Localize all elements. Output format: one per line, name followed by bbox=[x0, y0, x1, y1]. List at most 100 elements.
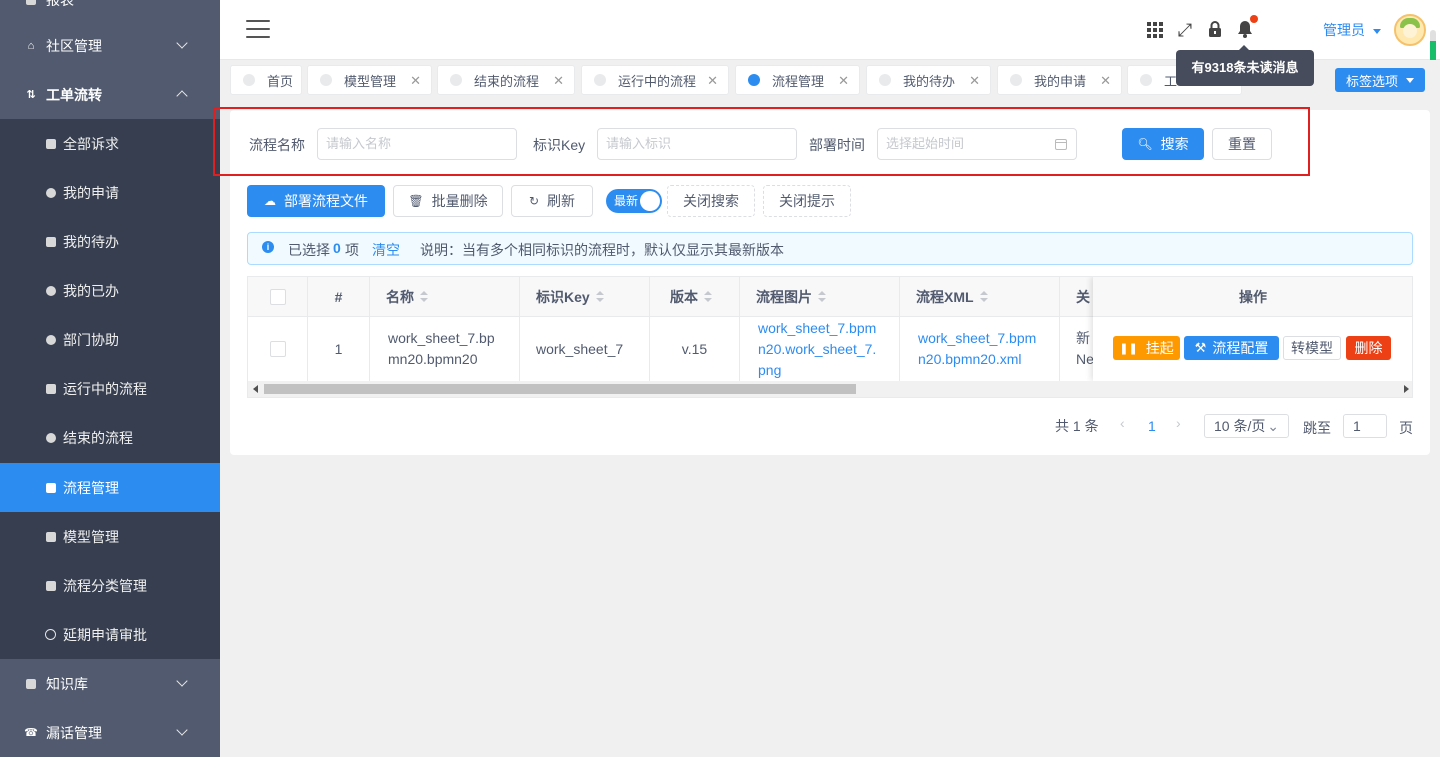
sidebar-item-missed-calls[interactable]: ☎ 漏话管理 bbox=[0, 708, 220, 757]
tab-label: 我的申请 bbox=[1034, 73, 1087, 89]
sidebar-item-finished-process[interactable]: 结束的流程 bbox=[0, 413, 220, 462]
col-name-header[interactable]: 名称 bbox=[370, 277, 520, 317]
sidebar-item-label: 工单流转 bbox=[46, 86, 102, 103]
scrollbar-thumb[interactable] bbox=[264, 384, 856, 394]
next-page-icon[interactable]: › bbox=[1176, 415, 1181, 431]
apps-grid-icon[interactable] bbox=[1145, 20, 1165, 40]
tab-process-management[interactable]: 流程管理 ✕ bbox=[735, 65, 860, 95]
chevron-down-icon bbox=[176, 675, 188, 687]
process-name-input[interactable]: 请输入名称 bbox=[317, 128, 517, 160]
clear-selection-link[interactable]: 清空 bbox=[372, 240, 400, 260]
refresh-button[interactable]: ↻ 刷新 bbox=[511, 185, 593, 217]
sidebar-item-all-requests[interactable]: 全部诉求 bbox=[0, 119, 220, 168]
tab-home[interactable]: 首页 bbox=[230, 65, 302, 95]
sidebar-item-workflow[interactable]: ⇅ 工单流转 bbox=[0, 70, 220, 119]
sidebar-item-label: 知识库 bbox=[46, 675, 88, 692]
tab-model-management[interactable]: 模型管理 ✕ bbox=[307, 65, 432, 95]
sidebar-item-community[interactable]: ⌂ 社区管理 bbox=[0, 21, 220, 70]
page-number[interactable]: 1 bbox=[1148, 418, 1156, 434]
col-version-header[interactable]: 版本 bbox=[650, 277, 740, 317]
col-xml-header[interactable]: 流程XML bbox=[900, 277, 1060, 317]
sidebar-item-knowledge[interactable]: 知识库 bbox=[0, 659, 220, 708]
sidebar-item-my-todo[interactable]: 我的待办 bbox=[0, 217, 220, 266]
selected-suffix: 项 bbox=[345, 242, 359, 258]
tab-running-process[interactable]: 运行中的流程 ✕ bbox=[581, 65, 729, 95]
row-extra-line: Ne bbox=[1076, 351, 1094, 367]
sidebar-item-label: 社区管理 bbox=[46, 37, 102, 54]
info-icon: i bbox=[262, 241, 274, 253]
tab-label: 我的待办 bbox=[903, 73, 956, 89]
key-input[interactable]: 请输入标识 bbox=[597, 128, 797, 160]
deploy-label: 部署流程文件 bbox=[284, 193, 368, 209]
sidebar-item-label: 流程管理 bbox=[63, 479, 119, 496]
sidebar-item-my-done[interactable]: 我的已办 bbox=[0, 266, 220, 315]
prev-page-icon[interactable]: ‹ bbox=[1120, 415, 1125, 431]
close-icon[interactable]: ✕ bbox=[838, 73, 849, 89]
actions-column: 操作 ❚❚ 挂起 ⚒ 流程配置 转模型 删除 bbox=[1093, 277, 1412, 381]
row-checkbox[interactable] bbox=[269, 341, 286, 357]
close-icon[interactable]: ✕ bbox=[969, 73, 980, 89]
close-tip-button[interactable]: 关闭提示 bbox=[763, 185, 851, 217]
header-label: 名称 bbox=[386, 288, 414, 305]
sidebar-item-process-category[interactable]: 流程分类管理 bbox=[0, 561, 220, 610]
col-key-header[interactable]: 标识Key bbox=[520, 277, 650, 317]
arrow-right-icon[interactable] bbox=[1404, 385, 1409, 393]
tab-my-applications[interactable]: 我的申请 ✕ bbox=[997, 65, 1122, 95]
close-icon[interactable]: ✕ bbox=[1100, 73, 1111, 89]
bell-icon[interactable] bbox=[1235, 15, 1258, 40]
sidebar-item-process-management[interactable]: 流程管理 bbox=[0, 463, 220, 512]
sidebar-item-extension-approval[interactable]: 延期申请审批 bbox=[0, 610, 220, 659]
search-button[interactable]: 🔍︎ 搜索 bbox=[1122, 128, 1204, 160]
caret-down-icon bbox=[1406, 77, 1414, 83]
sort-icon bbox=[420, 290, 428, 303]
close-search-button[interactable]: 关闭搜索 bbox=[667, 185, 755, 217]
tab-dot-icon bbox=[450, 74, 462, 86]
batch-delete-button[interactable]: 🗑︎ 批量删除 bbox=[393, 185, 503, 217]
caret-down-icon bbox=[1373, 28, 1381, 34]
sort-icon bbox=[595, 290, 604, 303]
deploy-process-button[interactable]: ☁ 部署流程文件 bbox=[247, 185, 385, 217]
to-model-button[interactable]: 转模型 bbox=[1283, 336, 1341, 360]
row-checkbox-cell bbox=[248, 317, 308, 381]
sidebar-item-my-applications[interactable]: 我的申请 bbox=[0, 168, 220, 217]
chart-icon bbox=[24, 0, 38, 7]
sidebar-item-model-management[interactable]: 模型管理 bbox=[0, 512, 220, 561]
process-image-link[interactable]: work_sheet_7.bpmn20.work_sheet_7.png bbox=[740, 317, 900, 381]
pagination-total: 共 1 条 bbox=[1055, 418, 1099, 434]
tab-dot-icon bbox=[320, 74, 332, 86]
user-menu[interactable]: 管理员 bbox=[1323, 20, 1381, 40]
select-all-checkbox[interactable] bbox=[269, 288, 286, 305]
tag-options-button[interactable]: 标签选项 bbox=[1335, 68, 1425, 92]
col-image-header[interactable]: 流程图片 bbox=[740, 277, 900, 317]
sidebar-item-dept-assist[interactable]: 部门协助 bbox=[0, 315, 220, 364]
close-icon[interactable]: ✕ bbox=[553, 73, 564, 89]
reset-button[interactable]: 重置 bbox=[1212, 128, 1272, 160]
close-icon[interactable]: ✕ bbox=[707, 73, 718, 89]
tab-finished-process[interactable]: 结束的流程 ✕ bbox=[437, 65, 575, 95]
arrow-left-icon[interactable] bbox=[253, 385, 258, 393]
sidebar-item-label: 延期申请审批 bbox=[63, 626, 147, 643]
fullscreen-icon[interactable]: ⤢ bbox=[1175, 20, 1195, 40]
menu-toggle-icon[interactable] bbox=[246, 20, 270, 38]
chevron-down-icon: ⌄ bbox=[1267, 418, 1279, 434]
tab-dot-icon bbox=[1140, 74, 1152, 86]
sidebar-item-running-process[interactable]: 运行中的流程 bbox=[0, 364, 220, 413]
home-icon: ⌂ bbox=[27, 39, 35, 52]
suspend-button[interactable]: ❚❚ 挂起 bbox=[1113, 336, 1180, 360]
page-size-select[interactable]: 10 条/页 ⌄ bbox=[1204, 414, 1289, 438]
horizontal-scrollbar[interactable] bbox=[248, 381, 1412, 397]
toggle-knob bbox=[640, 191, 660, 211]
jump-page-input[interactable]: 1 bbox=[1343, 414, 1387, 438]
toggle-label: 最新 bbox=[614, 194, 639, 208]
close-icon[interactable]: ✕ bbox=[410, 73, 421, 89]
deploy-time-picker[interactable]: 选择起始时间 bbox=[877, 128, 1077, 160]
lock-icon[interactable] bbox=[1205, 20, 1225, 40]
process-xml-link[interactable]: work_sheet_7.bpmn20.bpmn20.xml bbox=[900, 317, 1060, 381]
avatar[interactable] bbox=[1394, 14, 1426, 46]
process-config-button[interactable]: ⚒ 流程配置 bbox=[1184, 336, 1279, 360]
row-extra-line: 新 bbox=[1076, 330, 1090, 346]
calendar-icon bbox=[1055, 139, 1067, 150]
latest-version-toggle[interactable]: 最新 bbox=[606, 189, 662, 213]
tab-my-todo[interactable]: 我的待办 ✕ bbox=[866, 65, 991, 95]
delete-button[interactable]: 删除 bbox=[1346, 336, 1391, 360]
